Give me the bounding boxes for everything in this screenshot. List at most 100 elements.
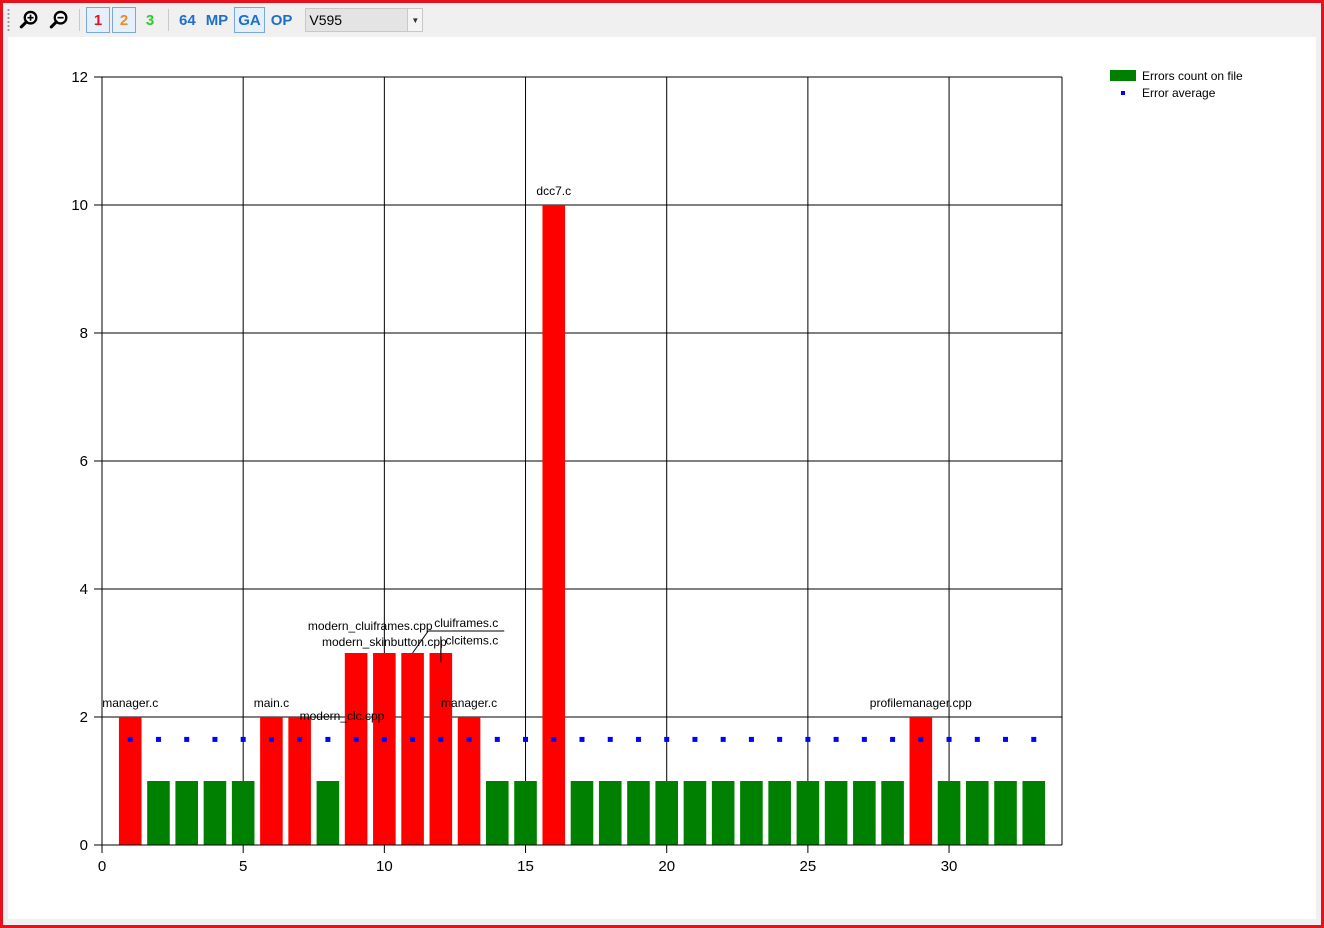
average-point — [720, 736, 726, 742]
bar-annotation: profilemanager.cpp — [870, 696, 972, 710]
average-point — [325, 736, 331, 742]
bar — [796, 781, 820, 845]
btn-ga[interactable]: GA — [234, 7, 265, 33]
zoom-out-button[interactable] — [45, 7, 73, 33]
bar — [401, 653, 424, 845]
btn-64[interactable]: 64 — [175, 7, 200, 33]
bar-annotation: cluiframes.c — [434, 616, 498, 630]
average-point — [155, 736, 161, 742]
bar — [175, 781, 198, 845]
chart-svg: 0 2 4 6 8 10 12 0 5 10 15 20 25 30 manager.c main.c mod… — [71, 69, 1243, 875]
bar — [118, 717, 142, 845]
legend-swatch-average — [1121, 91, 1125, 95]
average-point — [805, 736, 811, 742]
chart-canvas: 0 2 4 6 8 10 12 0 5 10 15 20 25 30 manager.c main.c mod… — [8, 37, 1316, 919]
bar — [994, 781, 1017, 845]
bar — [824, 781, 848, 845]
bar — [231, 781, 255, 845]
diagnostic-select-value: V595 — [309, 12, 343, 28]
average-point — [381, 736, 387, 742]
bar — [260, 717, 283, 845]
bar — [203, 781, 227, 845]
bar — [542, 205, 566, 845]
average-point — [184, 736, 190, 742]
bar — [740, 781, 763, 845]
x-tick-label: 30 — [941, 858, 958, 875]
bar — [147, 781, 170, 845]
bar — [768, 781, 791, 845]
level3-toggle[interactable]: 3 — [138, 7, 162, 33]
average-point — [918, 736, 924, 742]
bar — [853, 781, 876, 845]
average-point — [664, 736, 670, 742]
bar — [683, 781, 707, 845]
x-tick-label: 25 — [800, 858, 817, 875]
legend-label-average: Error average — [1142, 86, 1216, 100]
x-tick-label: 10 — [376, 858, 393, 875]
bar — [881, 781, 904, 845]
bar-annotation: modern_skinbutton.cpp — [322, 635, 447, 649]
diagnostic-select[interactable]: V595 ▼ — [305, 8, 424, 32]
bar — [514, 781, 537, 845]
average-point — [579, 736, 585, 742]
average-point — [833, 736, 839, 742]
average-point — [523, 736, 529, 742]
legend-label-errors: Errors count on file — [1142, 69, 1243, 83]
btn-mp[interactable]: MP — [202, 7, 233, 33]
average-point — [240, 736, 246, 742]
y-tick-label: 8 — [80, 325, 88, 342]
y-tick-label: 10 — [71, 197, 88, 214]
y-tick-label: 2 — [80, 709, 88, 726]
zoom-in-icon — [19, 10, 38, 29]
bar-annotation: modern_clc.cpp — [300, 709, 385, 723]
x-tick-label: 0 — [98, 858, 106, 875]
bar-annotation: manager.c — [102, 696, 158, 710]
average-point — [777, 736, 783, 742]
toolbar-separator — [79, 9, 80, 31]
x-tick-label: 5 — [239, 858, 247, 875]
average-point — [1003, 736, 1009, 742]
bar — [627, 781, 650, 845]
bar — [711, 781, 735, 845]
level1-toggle[interactable]: 1 — [86, 7, 110, 33]
average-point — [438, 736, 444, 742]
level2-toggle[interactable]: 2 — [112, 7, 136, 33]
btn-op[interactable]: OP — [267, 7, 297, 33]
average-point — [212, 736, 218, 742]
chevron-down-icon[interactable]: ▼ — [407, 9, 423, 31]
average-point — [127, 736, 133, 742]
zoom-in-button[interactable] — [15, 7, 43, 33]
bar — [1022, 781, 1046, 845]
bar-annotation: clcitems.c — [446, 633, 499, 647]
bar-annotation: manager.c — [441, 696, 497, 710]
x-tick-label: 15 — [517, 858, 534, 875]
y-tick-label: 12 — [71, 69, 88, 86]
average-point — [748, 736, 754, 742]
bar — [655, 781, 678, 845]
legend-swatch-errors — [1110, 70, 1136, 81]
bar — [344, 653, 368, 845]
y-tick-label: 6 — [80, 453, 88, 470]
average-point — [890, 736, 896, 742]
average-point — [692, 736, 698, 742]
bar — [288, 717, 311, 845]
bar — [966, 781, 989, 845]
average-point — [268, 736, 274, 742]
average-point — [466, 736, 472, 742]
bar — [457, 717, 481, 845]
bar-annotation: dcc7.c — [536, 184, 571, 198]
average-point — [494, 736, 500, 742]
bar — [598, 781, 622, 845]
y-tick-label: 0 — [80, 837, 88, 854]
y-tick-label: 4 — [80, 581, 88, 598]
toolbar-grip[interactable] — [7, 8, 10, 32]
zoom-out-icon — [49, 10, 68, 29]
bar — [909, 717, 933, 845]
bar-annotation: main.c — [254, 696, 289, 710]
average-point — [297, 736, 303, 742]
bar — [570, 781, 594, 845]
toolbar: 1 2 3 64 MP GA OP V595 ▼ — [3, 3, 1321, 37]
bar — [429, 653, 453, 845]
average-point — [551, 736, 557, 742]
average-point — [946, 736, 952, 742]
